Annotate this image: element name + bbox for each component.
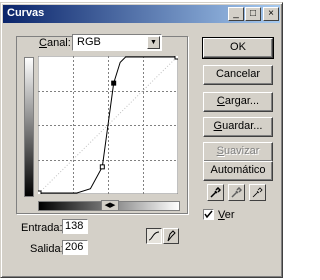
- minimize-icon: _: [233, 8, 239, 19]
- maximize-icon: □: [249, 8, 257, 19]
- input-field[interactable]: 138: [62, 219, 88, 234]
- checkmark-icon: [204, 210, 213, 219]
- output-field[interactable]: 206: [62, 240, 88, 255]
- channel-select[interactable]: RGB ▼: [72, 34, 162, 51]
- close-icon: ×: [268, 8, 274, 19]
- maximize-button[interactable]: □: [245, 7, 261, 21]
- window-title: Curvas: [7, 7, 45, 19]
- gradient-switch-icon[interactable]: ◀▶: [101, 200, 119, 211]
- white-eyedropper-icon: [252, 187, 263, 198]
- cancel-button[interactable]: Cancelar: [203, 65, 273, 85]
- curve-tool-icon: [148, 231, 160, 241]
- gray-eyedropper-icon: [231, 187, 242, 198]
- pencil-icon: [167, 230, 176, 242]
- white-eyedropper-button[interactable]: [249, 184, 266, 201]
- output-gradient-bar: [24, 57, 34, 197]
- channel-value: RGB: [77, 36, 101, 48]
- chevron-down-icon[interactable]: ▼: [147, 36, 160, 49]
- curve-tool-button[interactable]: [146, 228, 162, 244]
- curve-point[interactable]: [174, 56, 178, 60]
- gray-eyedropper-button[interactable]: [228, 184, 245, 201]
- preview-label: Ver: [218, 209, 235, 221]
- curve-point[interactable]: [38, 190, 42, 194]
- pencil-tool-button[interactable]: [163, 228, 179, 244]
- black-eyedropper-button[interactable]: [207, 184, 224, 201]
- save-button[interactable]: Guardar...: [203, 117, 273, 137]
- load-button[interactable]: Cargar...: [203, 92, 273, 112]
- curve-point-selected[interactable]: [111, 80, 117, 86]
- black-eyedropper-icon: [210, 187, 221, 198]
- curve-point[interactable]: [99, 164, 105, 170]
- title-bar[interactable]: Curvas _ □ ×: [3, 5, 280, 23]
- channel-label: Canal:: [39, 37, 71, 49]
- curve-graph[interactable]: [38, 56, 178, 194]
- smooth-button[interactable]: Suavizar: [203, 142, 273, 162]
- minimize-button[interactable]: _: [228, 7, 244, 21]
- close-button[interactable]: ×: [263, 7, 279, 21]
- input-label: Entrada:: [21, 222, 63, 234]
- output-label: Salida:: [30, 243, 64, 255]
- preview-checkbox[interactable]: [203, 209, 214, 220]
- auto-button[interactable]: Automático: [203, 161, 273, 181]
- ok-button[interactable]: OK: [202, 37, 274, 59]
